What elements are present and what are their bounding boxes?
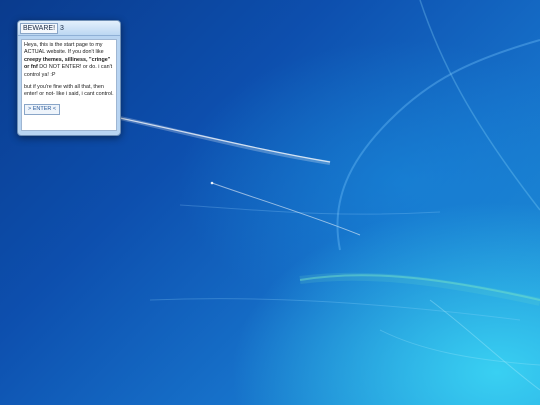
- enter-button[interactable]: > ENTER <: [24, 103, 61, 115]
- warning-paragraph: Heya, this is the start page to my ACTUA…: [24, 42, 114, 79]
- window-content: Heya, this is the start page to my ACTUA…: [21, 39, 117, 131]
- beware-window[interactable]: BEWARE! 3 Heya, this is the start page t…: [17, 20, 121, 136]
- warning-text-end: DO NOT ENTER! or do. i can't control ya!…: [24, 64, 113, 78]
- info-paragraph: but if you're fine with all that, then e…: [24, 84, 114, 98]
- window-title: BEWARE!: [20, 22, 59, 34]
- window-title-count: 3: [60, 24, 64, 32]
- warning-text-start: Heya, this is the start page to my ACTUA…: [24, 42, 104, 56]
- window-titlebar[interactable]: BEWARE! 3: [18, 21, 120, 36]
